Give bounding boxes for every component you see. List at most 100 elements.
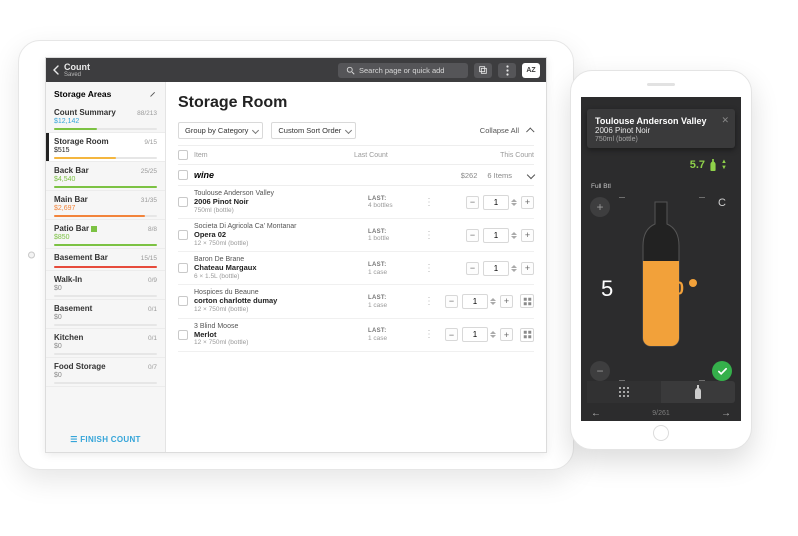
category-group-row[interactable]: wine $262 6 Items [178, 164, 534, 186]
qty-decrement-button[interactable]: − [466, 262, 479, 275]
qty-increment-button[interactable]: + [521, 262, 534, 275]
chevron-down-icon [527, 171, 535, 179]
item-checkbox[interactable] [178, 296, 188, 306]
tab-keypad[interactable] [587, 381, 661, 403]
sidebar-item-kitchen[interactable]: Kitchen$00/1 [46, 329, 165, 358]
copy-button[interactable] [474, 63, 492, 78]
qty-decrement-button[interactable]: − [466, 196, 479, 209]
qty-input[interactable]: 1 [462, 294, 488, 309]
phone-home-button[interactable] [653, 425, 669, 441]
close-icon[interactable]: ✕ [721, 115, 729, 126]
item-more-icon[interactable]: ⋮ [424, 333, 434, 336]
sidebar-item-main-bar[interactable]: Main Bar$2,69731/35 [46, 191, 165, 220]
qty-increment-button[interactable]: + [521, 229, 534, 242]
item-info[interactable]: Toulouse Anderson Valley2006 Pinot Noir7… [194, 190, 368, 214]
case-toggle-button[interactable] [520, 294, 534, 308]
item-more-icon[interactable]: ⋮ [424, 234, 434, 237]
sidebar-item-basement[interactable]: Basement$00/1 [46, 300, 165, 329]
item-name: Chateau Margaux [194, 264, 368, 273]
bottle-icon [694, 385, 702, 399]
qty-input[interactable]: 1 [483, 228, 509, 243]
item-row: Toulouse Anderson Valley2006 Pinot Noir7… [178, 186, 534, 219]
more-menu-button[interactable] [498, 63, 516, 78]
qty-stepper: −1 + [434, 195, 534, 210]
sidebar-item-basement-bar[interactable]: Basement Bar15/15 [46, 249, 165, 271]
qty-decrement-button[interactable]: − [445, 295, 458, 308]
next-item-button[interactable]: → [721, 408, 731, 419]
item-card: Toulouse Anderson Valley 2006 Pinot Noir… [587, 109, 735, 148]
item-info[interactable]: Baron De BraneChateau Margaux6 × 1.5L (b… [194, 256, 368, 280]
edit-icon[interactable] [149, 90, 157, 98]
sidebar-item-patio-bar[interactable]: Patio Bar $8508/8 [46, 220, 165, 249]
sidebar-item-food-storage[interactable]: Food Storage$00/7 [46, 358, 165, 387]
qty-decrement-button[interactable]: − [445, 328, 458, 341]
sidebar-item-amount: $0 [54, 285, 157, 292]
confirm-button[interactable] [712, 361, 732, 381]
tab-bottle[interactable] [661, 381, 735, 403]
sidebar-item-name: Basement [54, 304, 157, 313]
sidebar-item-back-bar[interactable]: Back Bar$4,54025/25 [46, 162, 165, 191]
collapse-all-button[interactable]: Collapse All [480, 126, 534, 135]
qty-spinner[interactable] [490, 331, 496, 338]
clear-button[interactable]: C [718, 197, 726, 209]
item-more-icon[interactable]: ⋮ [424, 201, 434, 204]
count-area: + − C 5 .70 [587, 191, 735, 387]
bottle-gauge[interactable] [638, 199, 684, 349]
fraction-value: .70 [659, 279, 684, 300]
qty-input[interactable]: 1 [462, 327, 488, 342]
case-toggle-button[interactable] [520, 328, 534, 342]
sidebar-item-progressbar [54, 215, 157, 217]
tablet-home-button[interactable] [28, 252, 35, 259]
qty-spinner[interactable] [490, 298, 496, 305]
increment-button[interactable]: + [590, 197, 610, 217]
group-by-select[interactable]: Group by Category [178, 122, 263, 139]
qty-spinner[interactable] [511, 232, 517, 239]
qty-input[interactable]: 1 [483, 195, 509, 210]
select-all-checkbox[interactable] [178, 150, 188, 160]
search-placeholder: Search page or quick add [359, 66, 444, 75]
sidebar-item-count-summary[interactable]: Count Summary$12,14288/213 [46, 104, 165, 133]
qty-input[interactable]: 1 [483, 261, 509, 276]
phone-speaker [647, 83, 675, 86]
back-button[interactable]: Count Saved [52, 63, 90, 78]
item-package: 750ml (bottle) [595, 136, 727, 143]
copy-icon [478, 65, 488, 75]
slider-handle[interactable] [689, 279, 697, 287]
decrement-button[interactable]: − [590, 361, 610, 381]
sidebar-item-storage-room[interactable]: Storage Room$5159/15 [46, 133, 165, 162]
item-info[interactable]: Societa Di Agricola Ca' MontanarOpera 02… [194, 223, 368, 247]
sidebar-item-amount: $12,142 [54, 118, 157, 125]
item-info[interactable]: Hospices du Beaunecorton charlotte dumay… [194, 289, 368, 313]
search-input[interactable]: Search page or quick add [338, 63, 468, 78]
qty-spinner[interactable] [511, 265, 517, 272]
sidebar-item-walk-in[interactable]: Walk-In$00/9 [46, 271, 165, 300]
item-name: 2006 Pinot Noir [194, 198, 368, 207]
table-header: Item Last Count This Count [178, 145, 534, 164]
page-title: Storage Room [178, 94, 534, 112]
item-checkbox[interactable] [178, 230, 188, 240]
qty-increment-button[interactable]: + [500, 328, 513, 341]
qty-increment-button[interactable]: + [521, 196, 534, 209]
col-last: Last Count [354, 152, 414, 159]
progress-indicator: 9/261 [652, 410, 670, 417]
finish-count-button[interactable]: ☰ FINISH COUNT [46, 427, 165, 452]
sort-order-select[interactable]: Custom Sort Order [271, 122, 356, 139]
item-checkbox[interactable] [178, 263, 188, 273]
qty-stepper: −1 + [434, 294, 534, 309]
item-info[interactable]: 3 Blind MooseMerlot12 × 750ml (bottle) [194, 323, 368, 347]
qty-increment-button[interactable]: + [500, 295, 513, 308]
item-more-icon[interactable]: ⋮ [424, 267, 434, 270]
qty-decrement-button[interactable]: − [466, 229, 479, 242]
item-package: 6 × 1.5L (bottle) [194, 273, 368, 280]
prev-item-button[interactable]: ← [591, 408, 601, 419]
last-count: LAST:4 bottles [368, 195, 424, 210]
item-checkbox[interactable] [178, 197, 188, 207]
group-checkbox[interactable] [178, 170, 188, 180]
user-avatar[interactable]: AZ [522, 63, 540, 78]
sidebar: Storage Areas Count Summary$12,14288/213… [46, 82, 166, 452]
item-checkbox[interactable] [178, 330, 188, 340]
last-count: LAST:1 case [368, 261, 424, 276]
qty-spinner[interactable] [511, 199, 517, 206]
grid-icon [523, 330, 532, 339]
item-more-icon[interactable]: ⋮ [424, 300, 434, 303]
